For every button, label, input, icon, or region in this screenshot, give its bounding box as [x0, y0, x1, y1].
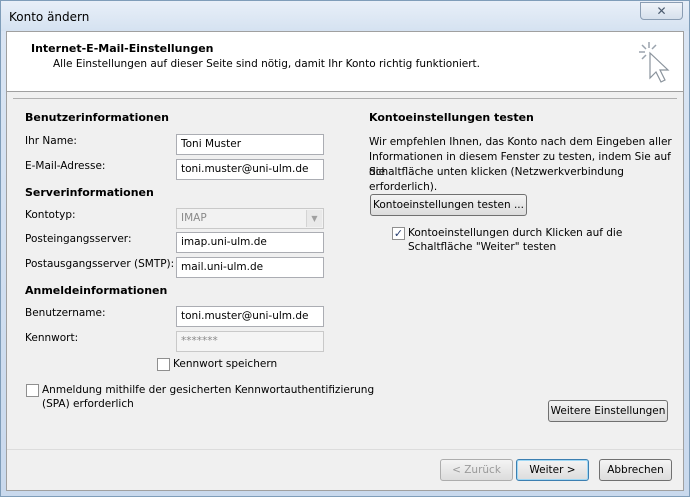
incoming-server-field[interactable]: imap.uni-ulm.de	[176, 232, 324, 253]
user-info-heading: Benutzerinformationen	[25, 111, 170, 124]
name-field[interactable]: Toni Muster	[176, 134, 324, 155]
auto-test-label-line2: Schaltfläche "Weiter" testen	[408, 241, 557, 253]
password-field[interactable]: *******	[176, 331, 324, 352]
test-account-button[interactable]: Kontoeinstellungen testen ...	[370, 194, 527, 216]
email-field[interactable]: toni.muster@uni-ulm.de	[176, 159, 324, 180]
password-label: Kennwort:	[25, 332, 79, 344]
cancel-button[interactable]: Abbrechen	[599, 459, 672, 481]
dialog-window: Konto ändern ✕ Internet-E-Mail-Einstellu…	[0, 0, 690, 497]
cursor-click-icon	[639, 42, 670, 83]
name-label: Ihr Name:	[25, 135, 77, 147]
account-type-value: IMAP	[181, 212, 207, 224]
spa-label-line1: Anmeldung mithilfe der gesicherten Kennw…	[42, 384, 375, 396]
back-button[interactable]: < Zurück	[440, 459, 513, 481]
close-button[interactable]: ✕	[640, 2, 683, 20]
save-password-checkbox[interactable]	[157, 358, 170, 371]
save-password-label: Kennwort speichern	[173, 358, 278, 370]
auto-test-label-line1: Kontoeinstellungen durch Klicken auf die	[408, 227, 623, 239]
window-title: Konto ändern	[9, 10, 90, 24]
login-info-heading: Anmeldeinformationen	[25, 284, 168, 297]
account-type-select: IMAP ▼	[176, 208, 324, 229]
auto-test-checkbox[interactable]: ✓	[392, 227, 405, 240]
test-description-line3: Schaltfläche unten klicken (Netzwerkverb…	[369, 166, 624, 193]
page-subtitle: Alle Einstellungen auf dieser Seite sind…	[53, 58, 481, 70]
username-field[interactable]: toni.muster@uni-ulm.de	[176, 306, 324, 327]
outgoing-server-field[interactable]: mail.uni-ulm.de	[176, 257, 324, 278]
chevron-down-icon: ▼	[306, 210, 322, 227]
test-description-line1: Wir empfehlen Ihnen, das Konto nach dem …	[369, 136, 672, 148]
settings-panel: Benutzerinformationen Ihr Name: Toni Mus…	[13, 98, 677, 441]
outgoing-server-label: Postausgangsserver (SMTP):	[25, 258, 175, 270]
username-label: Benutzername:	[25, 307, 106, 319]
dialog-content: Internet-E-Mail-Einstellungen Alle Einst…	[6, 31, 684, 491]
email-label: E-Mail-Adresse:	[25, 160, 106, 172]
spa-label-line2: (SPA) erforderlich	[42, 398, 134, 410]
page-title: Internet-E-Mail-Einstellungen	[31, 42, 214, 55]
next-button[interactable]: Weiter >	[516, 459, 589, 481]
incoming-server-label: Posteingangsserver:	[25, 233, 132, 245]
account-type-label: Kontotyp:	[25, 209, 76, 221]
footer-divider	[7, 449, 683, 450]
spa-checkbox[interactable]	[26, 384, 39, 397]
test-settings-heading: Kontoeinstellungen testen	[369, 111, 534, 124]
more-settings-button[interactable]: Weitere Einstellungen	[548, 400, 668, 422]
page-header: Internet-E-Mail-Einstellungen Alle Einst…	[7, 32, 683, 92]
title-bar: Konto ändern ✕	[1, 1, 689, 31]
server-info-heading: Serverinformationen	[25, 186, 154, 199]
